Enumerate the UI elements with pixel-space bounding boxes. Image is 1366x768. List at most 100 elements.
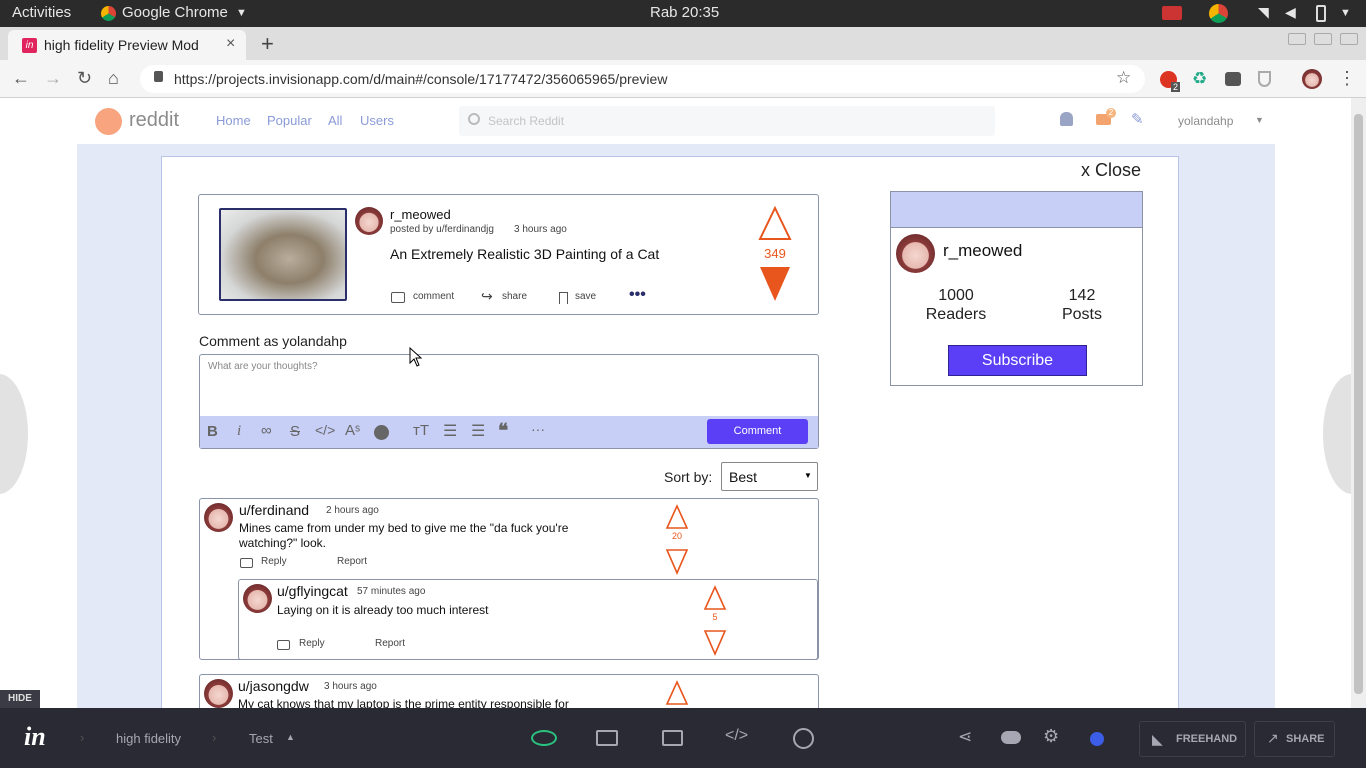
comment-submit-button[interactable]: Comment bbox=[707, 419, 808, 444]
nav-home[interactable]: Home bbox=[216, 113, 251, 128]
recycle-icon[interactable]: ♻ bbox=[1192, 69, 1207, 89]
post-thumbnail-image[interactable] bbox=[219, 208, 347, 301]
settings-gear-icon[interactable]: ⚙ bbox=[1043, 726, 1059, 747]
menu-kebab-icon[interactable]: ⋮ bbox=[1338, 68, 1356, 89]
inspect-mode-icon[interactable] bbox=[596, 730, 618, 746]
upvote-icon[interactable] bbox=[665, 504, 689, 529]
code-icon[interactable]: </> bbox=[315, 422, 335, 438]
comment-author[interactable]: u/jasongdw bbox=[238, 678, 309, 694]
wifi-icon[interactable]: ◥ bbox=[1258, 4, 1269, 21]
commenter-avatar[interactable] bbox=[243, 584, 272, 613]
app-menu[interactable]: Google Chrome bbox=[122, 4, 228, 21]
clock[interactable]: Rab 20:35 bbox=[650, 4, 719, 21]
italic-icon[interactable]: i bbox=[237, 423, 241, 440]
comment-action[interactable]: comment bbox=[413, 291, 454, 302]
system-menu-arrow-icon[interactable]: ▼ bbox=[1340, 7, 1351, 19]
hide-toolbar-button[interactable]: HIDE bbox=[0, 690, 40, 708]
more-options-icon[interactable]: ••• bbox=[629, 286, 646, 304]
quote-icon[interactable]: ❝ bbox=[498, 420, 508, 443]
community-avatar[interactable] bbox=[355, 207, 383, 235]
close-tab-icon[interactable]: × bbox=[226, 35, 235, 53]
browser-tab[interactable]: in high fidelity Preview Mod × bbox=[8, 30, 246, 60]
user-menu-name[interactable]: yolandahp bbox=[1178, 114, 1233, 128]
pencil-icon[interactable]: ✎ bbox=[1131, 110, 1144, 128]
cloud-download-icon[interactable] bbox=[1001, 731, 1021, 744]
reddit-wordmark[interactable]: reddit bbox=[129, 109, 179, 132]
forward-icon[interactable]: → bbox=[44, 68, 62, 89]
reddit-logo-icon[interactable] bbox=[95, 108, 122, 135]
save-action[interactable]: save bbox=[575, 291, 596, 302]
downvote-icon[interactable] bbox=[703, 630, 727, 657]
share-network-icon[interactable]: ⋖ bbox=[958, 727, 972, 747]
code-mode-icon[interactable]: </> bbox=[725, 727, 748, 745]
maximize-window-icon[interactable] bbox=[1314, 33, 1332, 45]
bell-icon[interactable] bbox=[1060, 112, 1073, 126]
commenter-avatar[interactable] bbox=[204, 679, 233, 708]
bulleted-list-icon[interactable]: ☰ bbox=[443, 421, 457, 441]
sidebar-community-name[interactable]: r_meowed bbox=[943, 241, 1022, 261]
reload-icon[interactable]: ↻ bbox=[77, 68, 92, 89]
reply-icon[interactable] bbox=[277, 640, 290, 650]
close-button[interactable]: x Close bbox=[1081, 160, 1141, 181]
downvote-icon[interactable] bbox=[665, 549, 689, 576]
bookmark-icon[interactable] bbox=[559, 292, 568, 304]
downvote-icon[interactable] bbox=[760, 267, 790, 301]
activities-button[interactable]: Activities bbox=[12, 4, 71, 21]
scrollbar[interactable] bbox=[1351, 98, 1366, 708]
invision-logo[interactable]: in bbox=[24, 722, 46, 752]
share-action[interactable]: share bbox=[502, 291, 527, 302]
comment-textarea[interactable]: What are your thoughts? bbox=[208, 361, 318, 372]
close-window-icon[interactable] bbox=[1340, 33, 1358, 45]
report-link[interactable]: Report bbox=[337, 556, 367, 567]
volume-icon[interactable]: ◀ bbox=[1285, 4, 1296, 21]
spoiler-icon[interactable] bbox=[374, 425, 389, 440]
breadcrumb-screen[interactable]: Test bbox=[249, 731, 273, 746]
camera-record-icon[interactable] bbox=[1162, 6, 1182, 20]
link-icon[interactable]: ∞ bbox=[261, 422, 272, 439]
preview-mode-icon[interactable] bbox=[531, 730, 557, 746]
post-title[interactable]: An Extremely Realistic 3D Painting of a … bbox=[390, 246, 660, 263]
bold-icon[interactable]: B bbox=[207, 423, 218, 440]
breadcrumb-project[interactable]: high fidelity bbox=[116, 731, 181, 746]
chat-extension-icon[interactable] bbox=[1225, 72, 1241, 86]
upvote-icon[interactable] bbox=[703, 585, 727, 610]
post-author[interactable]: posted by u/ferdinandjg bbox=[390, 224, 494, 235]
share-icon[interactable]: ↪ bbox=[481, 288, 493, 305]
subscribe-button[interactable]: Subscribe bbox=[948, 345, 1087, 376]
heading-icon[interactable]: тT bbox=[413, 422, 429, 439]
report-link[interactable]: Report bbox=[375, 638, 405, 649]
bookmark-star-icon[interactable]: ☆ bbox=[1116, 68, 1131, 88]
address-bar[interactable]: https://projects.invisionapp.com/d/main#… bbox=[140, 65, 1145, 93]
nav-users[interactable]: Users bbox=[360, 113, 394, 128]
chevron-down-icon[interactable]: ▼ bbox=[1255, 115, 1264, 125]
reply-icon[interactable] bbox=[240, 558, 253, 568]
new-tab-icon[interactable]: + bbox=[261, 31, 274, 57]
profile-avatar[interactable] bbox=[1302, 69, 1322, 89]
user-status-dot[interactable] bbox=[1090, 732, 1104, 746]
comment-author[interactable]: u/ferdinand bbox=[239, 502, 309, 518]
battery-icon[interactable] bbox=[1316, 5, 1326, 22]
post-community[interactable]: r_meowed bbox=[390, 207, 451, 222]
reply-link[interactable]: Reply bbox=[299, 638, 325, 649]
minimize-window-icon[interactable] bbox=[1288, 33, 1306, 45]
comment-icon[interactable] bbox=[391, 292, 405, 303]
chrome-tray-icon[interactable] bbox=[1209, 4, 1228, 23]
reply-link[interactable]: Reply bbox=[261, 556, 287, 567]
shield-icon[interactable] bbox=[1258, 71, 1271, 87]
commenter-avatar[interactable] bbox=[204, 503, 233, 532]
nav-popular[interactable]: Popular bbox=[267, 113, 312, 128]
strikethrough-icon[interactable]: S bbox=[290, 423, 300, 440]
sort-select[interactable]: Best ▼ bbox=[721, 462, 818, 491]
scrollbar-thumb[interactable] bbox=[1354, 114, 1363, 694]
comment-author[interactable]: u/gflyingcat bbox=[277, 583, 348, 599]
reddit-search-input[interactable]: Search Reddit bbox=[459, 106, 995, 136]
more-format-icon[interactable]: ··· bbox=[531, 421, 545, 437]
comment-mode-icon[interactable] bbox=[662, 730, 683, 746]
nav-all[interactable]: All bbox=[328, 113, 342, 128]
prev-screen-arrow[interactable] bbox=[0, 374, 28, 494]
superscript-icon[interactable]: Aˢ bbox=[345, 422, 360, 439]
upvote-icon[interactable] bbox=[758, 205, 792, 240]
share-button[interactable]: ↗ SHARE bbox=[1254, 721, 1335, 757]
chevron-up-icon[interactable]: ▲ bbox=[286, 732, 295, 742]
community-avatar[interactable] bbox=[896, 234, 935, 273]
